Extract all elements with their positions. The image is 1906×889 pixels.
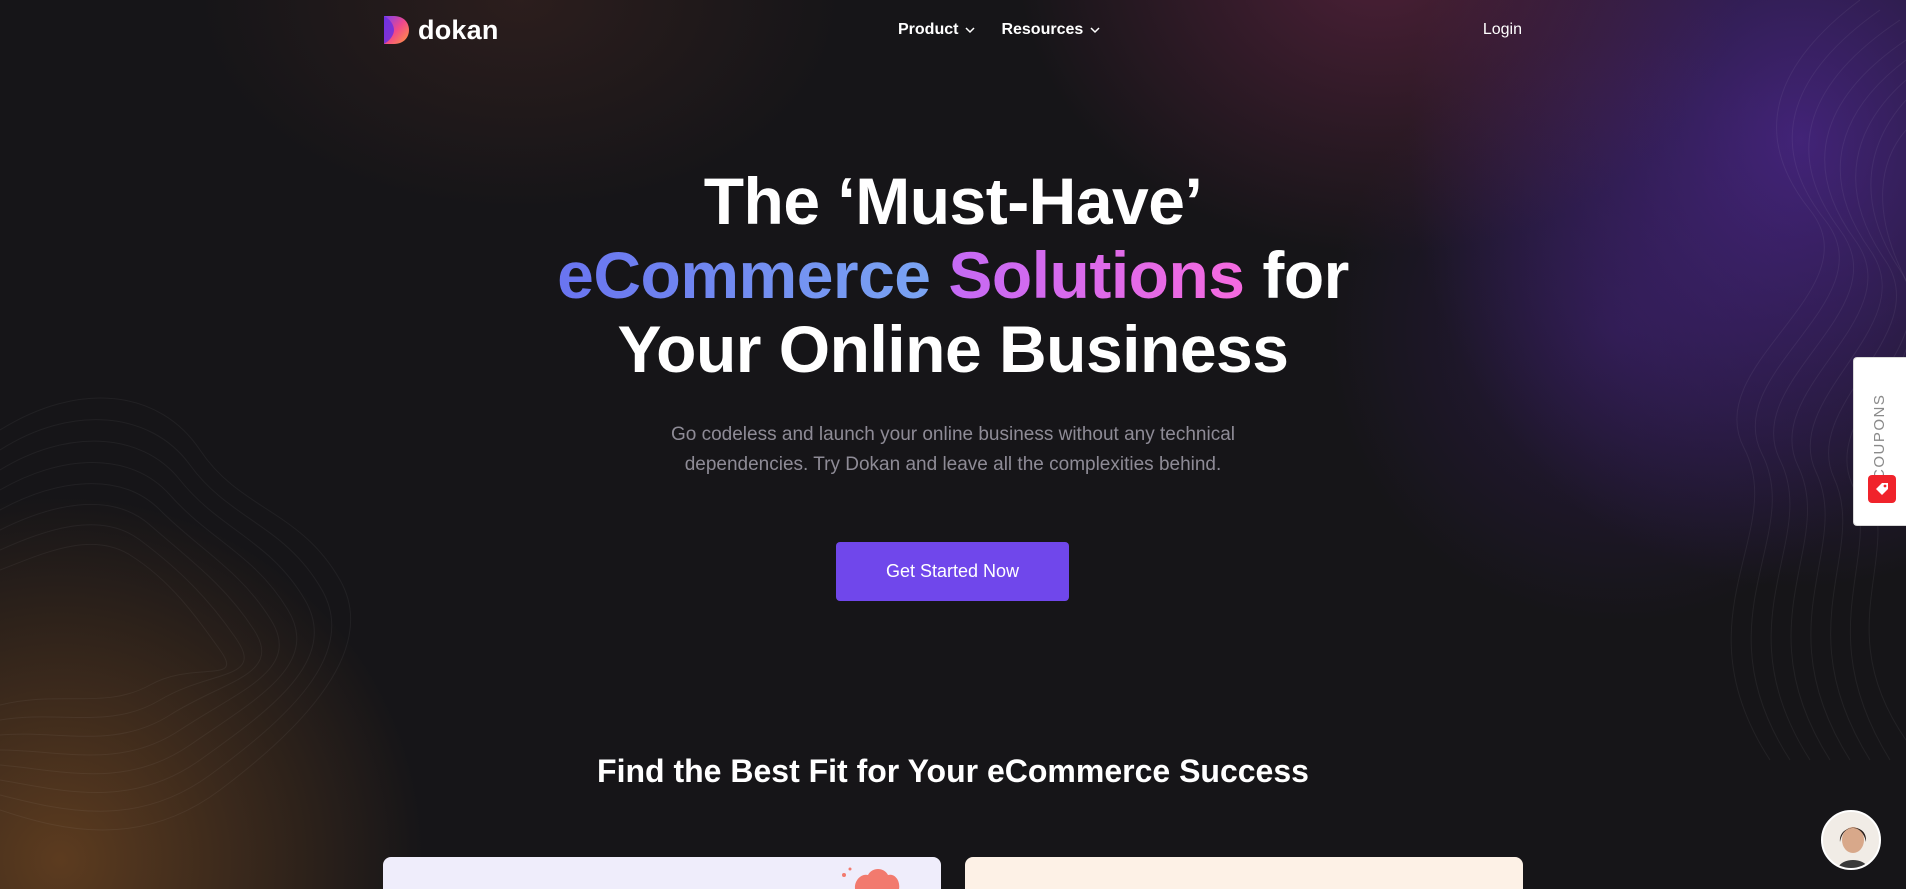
- nav-item-label: Resources: [1001, 21, 1084, 38]
- nav-item-label: Product: [898, 21, 959, 38]
- brand-logo[interactable]: dokan: [382, 14, 499, 46]
- nav-item-product[interactable]: Product: [898, 21, 975, 39]
- hero-subtitle: Go codeless and launch your online busin…: [670, 424, 1236, 475]
- chevron-down-icon: [1090, 26, 1100, 33]
- hero-title-for: for: [1262, 238, 1349, 312]
- hero-title-line-1: The ‘Must-Have’: [703, 164, 1203, 238]
- get-started-button[interactable]: Get Started Now: [836, 542, 1069, 601]
- hero-section: The ‘Must-Have’ eCommerce Solutions for …: [0, 164, 1906, 480]
- coupons-tab[interactable]: COUPONS: [1853, 357, 1906, 526]
- coupon-tag-icon: [1868, 475, 1896, 503]
- nav-item-resources[interactable]: Resources: [1001, 21, 1100, 39]
- section-title: Find the Best Fit for Your eCommerce Suc…: [597, 753, 1309, 789]
- site-header: dokan Product Resources Login: [0, 0, 1906, 62]
- login-link[interactable]: Login: [1483, 21, 1522, 39]
- main-nav: Product Resources: [898, 21, 1100, 39]
- coupons-label: COUPONS: [1871, 393, 1888, 480]
- dokan-logo-icon: [384, 16, 409, 44]
- support-agent-avatar[interactable]: [1821, 810, 1881, 870]
- tag-icon: [1876, 483, 1888, 495]
- product-card-left[interactable]: [383, 857, 941, 889]
- product-card-right[interactable]: [965, 857, 1523, 889]
- hero-title-line-3: Your Online Business: [617, 312, 1289, 386]
- hero-title-solutions: Solutions: [948, 238, 1245, 312]
- decorative-blob-icon: [842, 867, 900, 889]
- brand-name: dokan: [418, 14, 499, 45]
- hero-title: The ‘Must-Have’ eCommerce Solutions for …: [0, 164, 1906, 386]
- chevron-down-icon: [965, 26, 975, 33]
- hero-title-ecommerce: eCommerce: [557, 238, 931, 312]
